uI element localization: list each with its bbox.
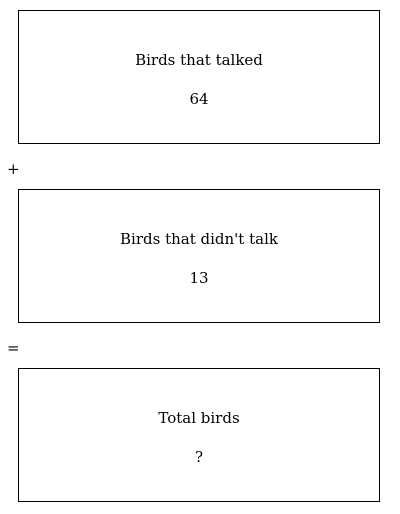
box-label: Birds that talked	[135, 51, 263, 69]
box-label: Total birds	[158, 409, 240, 427]
box-value: ?	[194, 448, 204, 466]
box-value: 64	[189, 90, 209, 108]
box-label: Birds that didn't talk	[120, 230, 278, 248]
box-value: 13	[189, 269, 209, 287]
plus-sign: +	[7, 160, 20, 178]
equals-sign: =	[7, 339, 20, 357]
addend-box-didnt-talk: Birds that didn't talk 13	[18, 189, 380, 323]
total-box: Total birds ?	[18, 368, 380, 502]
addend-box-talked: Birds that talked 64	[18, 10, 380, 144]
